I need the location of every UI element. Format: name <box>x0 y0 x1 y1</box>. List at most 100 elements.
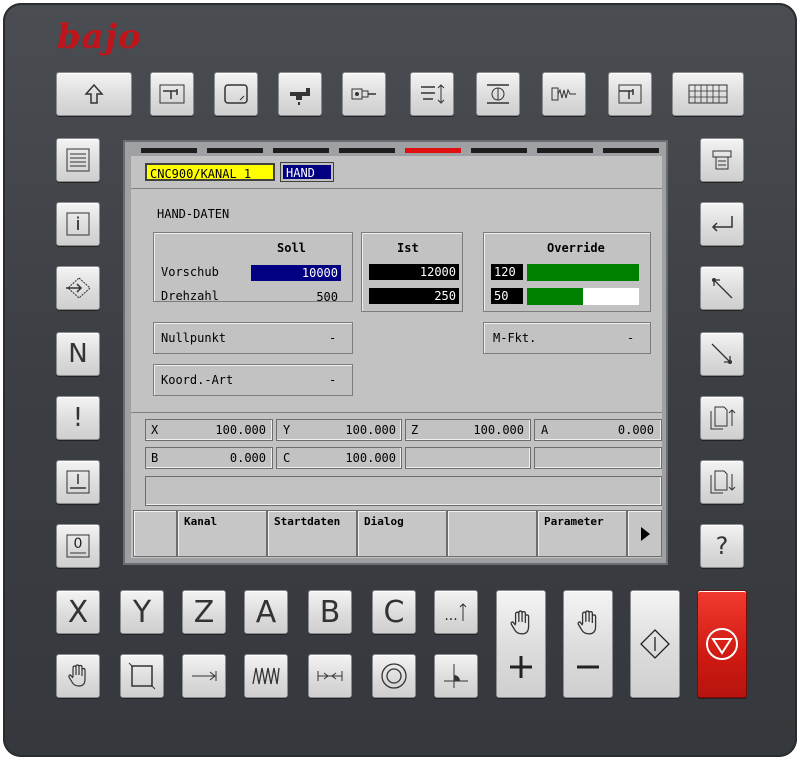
ist-header: Ist <box>397 241 419 255</box>
jog-plus-key[interactable] <box>496 590 546 698</box>
axis-value: 100.000 <box>215 423 266 437</box>
vorschub-value[interactable]: 10000 <box>251 265 341 281</box>
jog-minus-key[interactable] <box>563 590 613 698</box>
printer-icon <box>712 150 732 170</box>
axis-name: A <box>541 423 549 437</box>
cycle-start-key[interactable] <box>630 590 680 698</box>
koord-label: Koord.-Art <box>161 373 234 387</box>
status-led <box>207 148 263 153</box>
brand-logo: bajo <box>57 17 142 57</box>
mfkt-value: - <box>627 331 635 345</box>
softkey-next[interactable] <box>627 510 662 557</box>
drill-tool-key[interactable] <box>608 72 652 116</box>
spindle-key[interactable] <box>342 72 386 116</box>
shift-up-key[interactable] <box>56 72 132 116</box>
vorschub-label: Vorschub <box>161 265 219 279</box>
workpiece-icon <box>487 84 509 104</box>
message-line <box>145 476 662 506</box>
printer-key[interactable] <box>700 138 744 182</box>
softkey-parameter[interactable]: Parameter <box>537 510 627 557</box>
line-move-key[interactable] <box>182 654 226 698</box>
diagonal-arrow-down-icon <box>711 343 732 364</box>
axis-value: 100.000 <box>473 423 524 437</box>
cycle-stop-icon <box>706 628 738 660</box>
circle-key[interactable] <box>372 654 416 698</box>
contour-key[interactable] <box>120 654 164 698</box>
y-axis-key[interactable]: Y <box>120 590 164 634</box>
zero-key[interactable]: 0 <box>56 524 100 568</box>
help-key[interactable]: ? <box>700 524 744 568</box>
status-led <box>471 148 527 153</box>
nullpunkt-value: - <box>329 331 337 345</box>
x-axis-key[interactable]: X <box>56 590 100 634</box>
override-feed-value: 120 <box>491 264 523 280</box>
status-led <box>339 148 395 153</box>
softkey-startdaten[interactable]: Startdaten <box>267 510 357 557</box>
diagonal-down-key[interactable] <box>700 332 744 376</box>
workpiece-key[interactable] <box>476 72 520 116</box>
page-up-key[interactable] <box>700 396 744 440</box>
cycle-stop-key[interactable] <box>697 590 747 698</box>
hand-icon <box>68 664 86 687</box>
diagonal-arrow-up-icon <box>712 278 733 299</box>
hand-key[interactable] <box>56 654 100 698</box>
rectangle-contour-icon <box>128 662 156 690</box>
c-axis-key[interactable]: C <box>372 590 416 634</box>
axis-cell-empty <box>534 447 662 469</box>
drehzahl-value[interactable]: 500 <box>251 289 341 305</box>
softkey-kanal[interactable]: Kanal <box>177 510 267 557</box>
axis-value: 100.000 <box>345 451 396 465</box>
nullpunkt-label: Nullpunkt <box>161 331 227 345</box>
page-down-key[interactable] <box>700 460 744 504</box>
bar-box-icon <box>66 470 90 494</box>
override-header: Override <box>547 241 605 255</box>
override-spindle-bar <box>527 288 639 305</box>
spring-clamp-icon <box>551 87 576 101</box>
status-led <box>141 148 197 153</box>
status-led <box>273 148 329 153</box>
dots-key[interactable]: ... <box>434 590 478 634</box>
axis-name: X <box>151 423 159 437</box>
keyboard-key[interactable] <box>672 72 744 116</box>
line-arrow-icon <box>192 671 217 681</box>
softkey-dialog[interactable]: Dialog <box>357 510 447 557</box>
override-feed-fill <box>527 264 639 281</box>
z-axis-key[interactable]: Z <box>182 590 226 634</box>
diagonal-up-key[interactable] <box>700 266 744 310</box>
softkey-5[interactable] <box>447 510 537 557</box>
small-arrow-up-icon <box>459 603 467 621</box>
reference-point-icon <box>444 664 468 688</box>
tool-change-key[interactable] <box>410 72 454 116</box>
n-key[interactable]: N <box>56 332 100 376</box>
exclamation-key[interactable]: ! <box>56 396 100 440</box>
spindle-icon <box>351 88 376 100</box>
list-key[interactable] <box>56 138 100 182</box>
play-arrow-icon <box>640 526 650 541</box>
reference-point-key[interactable] <box>434 654 478 698</box>
info-key[interactable]: i <box>56 202 100 246</box>
target-circle-icon <box>381 663 407 689</box>
tool-change-icon <box>421 84 445 104</box>
b-axis-key[interactable]: B <box>308 590 352 634</box>
enter-key[interactable] <box>700 202 744 246</box>
axis-value: 100.000 <box>345 423 396 437</box>
a-axis-key[interactable]: A <box>244 590 288 634</box>
page-down-icon <box>710 470 736 494</box>
axis-value: 0.000 <box>617 423 654 437</box>
cnc-screen: CNC900/KANAL 1 HAND HAND-DATEN Soll Vors… <box>131 156 662 558</box>
hand-icon <box>577 610 597 635</box>
bar-key[interactable] <box>56 460 100 504</box>
thread-key[interactable] <box>244 654 288 698</box>
screen-key[interactable] <box>214 72 258 116</box>
turning-tool-key[interactable] <box>150 72 194 116</box>
ist-value-1: 12000 <box>369 264 459 280</box>
drill-tool-icon <box>618 84 642 104</box>
status-led-active <box>405 148 461 153</box>
dimension-key[interactable] <box>308 654 352 698</box>
softkey-1[interactable] <box>133 510 177 557</box>
enter-program-key[interactable] <box>56 266 100 310</box>
coolant-key[interactable] <box>278 72 322 116</box>
list-icon <box>66 148 90 172</box>
enter-arrow-icon <box>711 216 733 232</box>
spring-clamp-key[interactable] <box>542 72 586 116</box>
